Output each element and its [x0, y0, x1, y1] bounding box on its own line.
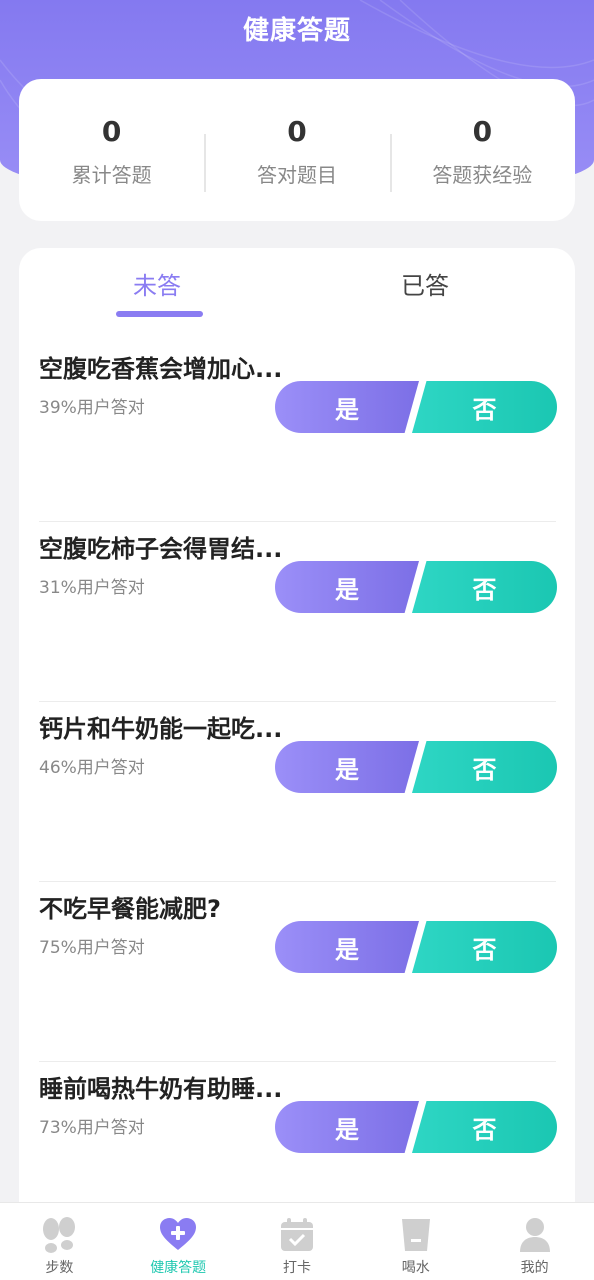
no-button[interactable]: 否 [412, 561, 557, 613]
question-title[interactable]: 睡前喝热牛奶有助睡... [39, 1069, 282, 1104]
stat-label: 答题获经验 [432, 163, 533, 187]
no-button[interactable]: 否 [412, 741, 557, 793]
nav-item-checkin[interactable]: 打卡 [238, 1203, 357, 1280]
stat-value: 0 [472, 115, 493, 148]
stat-value: 0 [101, 115, 122, 148]
nav-item-profile[interactable]: 我的 [475, 1203, 594, 1280]
question-correct-rate: 75%用户答对 [39, 938, 145, 958]
stat-label: 累计答题 [71, 163, 152, 187]
question-title[interactable]: 不吃早餐能减肥? [39, 889, 221, 924]
nav-label: 我的 [520, 1260, 549, 1276]
nav-item-health-quiz[interactable]: 健康答题 [119, 1203, 238, 1280]
question-list-card: 未答 已答 空腹吃香蕉会增加心... 39%用户答对 是 否 空腹吃柿子会得胃结… [19, 248, 575, 1248]
footprints-icon [43, 1217, 76, 1253]
question-correct-rate: 31%用户答对 [39, 578, 145, 598]
no-button[interactable]: 否 [412, 381, 557, 433]
nav-label: 步数 [45, 1260, 74, 1276]
question-item: 空腹吃香蕉会增加心... 39%用户答对 是 否 [39, 341, 557, 522]
stat-experience: 0 答题获经验 [389, 112, 575, 192]
water-cup-icon [401, 1219, 430, 1251]
question-title[interactable]: 钙片和牛奶能一起吃... [39, 709, 282, 744]
nav-label: 健康答题 [150, 1260, 207, 1276]
heart-plus-icon [160, 1218, 197, 1250]
question-item: 钙片和牛奶能一起吃... 46%用户答对 是 否 [39, 701, 557, 882]
stat-label: 答对题目 [256, 163, 337, 187]
question-correct-rate: 39%用户答对 [39, 398, 145, 418]
user-icon [519, 1218, 550, 1252]
question-item: 空腹吃柿子会得胃结... 31%用户答对 是 否 [39, 521, 557, 702]
calendar-check-icon [280, 1218, 313, 1251]
question-title[interactable]: 空腹吃柿子会得胃结... [39, 529, 282, 564]
page-title: 健康答题 [242, 16, 351, 46]
stat-value: 0 [287, 115, 307, 148]
no-button[interactable]: 否 [412, 1101, 557, 1153]
yes-button[interactable]: 是 [275, 1101, 419, 1153]
nav-item-water[interactable]: 喝水 [356, 1203, 475, 1280]
question-correct-rate: 46%用户答对 [39, 758, 145, 778]
stat-total-answered: 0 累计答题 [19, 112, 204, 188]
tab-unanswered[interactable]: 未答 [77, 266, 237, 301]
nav-item-steps[interactable]: 步数 [0, 1203, 119, 1280]
tab-answered[interactable]: 已答 [345, 266, 505, 301]
question-item: 不吃早餐能减肥? 75%用户答对 是 否 [39, 881, 557, 1062]
bottom-navigation: 步数 健康答题 打卡 喝水 我的 [0, 1202, 594, 1280]
yes-button[interactable]: 是 [275, 561, 419, 613]
stats-card: 0 累计答题 0 答对题目 0 答题获经验 [19, 79, 575, 221]
tab-indicator [116, 311, 203, 317]
yes-button[interactable]: 是 [275, 381, 419, 433]
yes-button[interactable]: 是 [275, 741, 419, 793]
yes-button[interactable]: 是 [275, 921, 419, 973]
question-title[interactable]: 空腹吃香蕉会增加心... [39, 349, 282, 384]
nav-label: 打卡 [282, 1260, 311, 1276]
nav-label: 喝水 [401, 1260, 430, 1276]
question-correct-rate: 73%用户答对 [39, 1118, 145, 1138]
tab-bar: 未答 已答 [19, 248, 575, 318]
stat-correct-answers: 0 答对题目 [204, 112, 389, 192]
no-button[interactable]: 否 [412, 921, 557, 973]
